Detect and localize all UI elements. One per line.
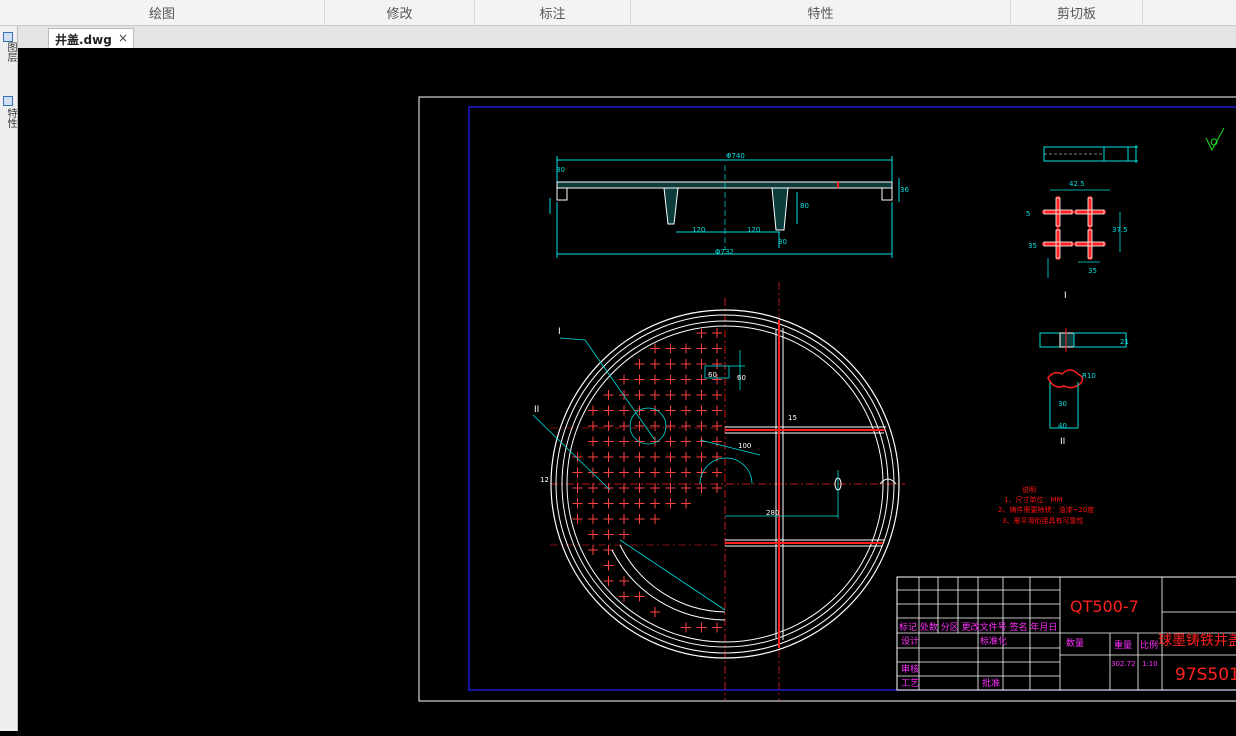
dim-15: 15 bbox=[788, 414, 797, 422]
dim-12: 12 bbox=[540, 476, 549, 484]
roughness-check-icon bbox=[1205, 127, 1225, 152]
document-tab-bar: 井盖.dwg × bbox=[0, 26, 1236, 49]
side-panel-strip: 图层 特性 bbox=[0, 26, 18, 731]
scale-value: 1:10 bbox=[1142, 660, 1158, 668]
dim-36: 36 bbox=[900, 186, 909, 194]
dim-35-bottom: 35 bbox=[1088, 267, 1097, 275]
dim-42-5: 42.5 bbox=[1069, 180, 1085, 188]
dim-5: 5 bbox=[1026, 210, 1030, 218]
ribbon-group-clipboard[interactable]: 剪切板 bbox=[1011, 0, 1143, 25]
title-block: QT500-7 球墨铸铁井盖 97S501- 标记 处数 分区 更改文件号 签名… bbox=[896, 576, 1236, 691]
plan-view: 60 60 280 100 15 12 I II bbox=[532, 282, 905, 700]
close-icon[interactable]: × bbox=[118, 31, 128, 45]
dim-60-v: 60 bbox=[737, 374, 746, 382]
ribbon-bar: 绘图 修改 标注 特性 剪切板 bbox=[0, 0, 1236, 26]
drawing-number: 97S501- bbox=[1175, 665, 1236, 685]
label-section-1: I bbox=[558, 327, 561, 337]
material-label: QT500-7 bbox=[1070, 597, 1139, 616]
sector-arc bbox=[619, 544, 726, 613]
dim-21: 21 bbox=[1120, 338, 1129, 346]
dim-60-h: 60 bbox=[708, 371, 717, 379]
ribbon-group-draw[interactable]: 绘图 bbox=[0, 0, 325, 25]
technical-notes: 说明 1、尺寸单位：MM 2、铸件需要除锈：油漆~20度 3、需平滑衔接具有可靠… bbox=[998, 485, 1094, 525]
ribbon-group-properties-label: 特性 bbox=[807, 7, 834, 22]
dim-80: 80 bbox=[800, 202, 809, 210]
ribbon-group-annotate-label: 标注 bbox=[539, 7, 566, 22]
sidebar-item-properties[interactable]: 特性 bbox=[1, 108, 16, 148]
document-tab-title: 井盖.dwg bbox=[55, 33, 112, 47]
layers-icon[interactable] bbox=[3, 32, 13, 42]
dim-30-bottom: 30 bbox=[778, 238, 787, 246]
design-label: 设计 bbox=[901, 635, 919, 647]
ribbon-group-modify[interactable]: 修改 bbox=[325, 0, 475, 25]
ribbon-group-properties[interactable]: 特性 bbox=[631, 0, 1011, 25]
dim-732: Φ732 bbox=[715, 248, 734, 256]
notes-line-3: 3、需平滑衔接具有可靠性 bbox=[1002, 516, 1083, 525]
scale-label: 比例 bbox=[1140, 639, 1158, 651]
standardize-label: 标准化 bbox=[980, 635, 1007, 647]
detail-view-2: 21 30 40 R10 II bbox=[1039, 328, 1129, 447]
dim-740: Φ740 bbox=[726, 152, 745, 160]
weight-value: 302.72 bbox=[1111, 660, 1136, 668]
revision-header: 标记 处数 分区 更改文件号 签名 年月日 bbox=[899, 621, 1057, 633]
dim-30-top: 30 bbox=[556, 166, 565, 174]
approve-label: 批准 bbox=[982, 677, 1000, 689]
dim-280: 280 bbox=[766, 509, 779, 517]
ribbon-group-annotate[interactable]: 标注 bbox=[475, 0, 631, 25]
quantity-label: 数量 bbox=[1066, 637, 1084, 649]
ribbon-group-clipboard-label: 剪切板 bbox=[1056, 7, 1096, 22]
dim-120-left: 120 bbox=[692, 226, 705, 234]
section-view: Φ740 30 120 120 80 30 Φ732 36 bbox=[549, 152, 909, 258]
label-detail-2: II bbox=[1060, 437, 1065, 447]
process-label: 工艺 bbox=[901, 678, 919, 689]
label-section-2: II bbox=[534, 405, 539, 415]
dim-40: 40 bbox=[1058, 422, 1067, 430]
properties-icon[interactable] bbox=[3, 96, 13, 106]
detail-view-1: 42.5 5 35 35 37.5 I bbox=[1026, 145, 1138, 301]
label-detail-1: I bbox=[1064, 291, 1067, 301]
sidebar-item-layers[interactable]: 图层 bbox=[1, 42, 16, 82]
dim-35-left: 35 bbox=[1028, 242, 1037, 250]
cad-drawing: Φ740 30 120 120 80 30 Φ732 36 42.5 5 35 … bbox=[418, 96, 1236, 702]
ribbon-group-modify-label: 修改 bbox=[386, 7, 413, 22]
dim-r10: R10 bbox=[1082, 372, 1096, 380]
document-tab[interactable]: 井盖.dwg × bbox=[48, 28, 134, 48]
part-name-label: 球墨铸铁井盖 bbox=[1158, 633, 1236, 649]
drawing-canvas[interactable]: Φ740 30 120 120 80 30 Φ732 36 42.5 5 35 … bbox=[18, 48, 1236, 731]
notes-line-1: 1、尺寸单位：MM bbox=[1004, 495, 1063, 504]
dim-100: 100 bbox=[738, 442, 751, 450]
weight-label: 重量 bbox=[1114, 639, 1132, 651]
grid-pattern bbox=[572, 328, 726, 633]
notes-line-2: 2、铸件需要除锈：油漆~20度 bbox=[998, 505, 1094, 514]
review-label: 审核 bbox=[901, 663, 919, 675]
dim-30-detail: 30 bbox=[1058, 400, 1067, 408]
ribbon-group-draw-label: 绘图 bbox=[148, 7, 175, 22]
notes-title: 说明 bbox=[1022, 485, 1036, 494]
dim-120-right: 120 bbox=[747, 226, 760, 234]
